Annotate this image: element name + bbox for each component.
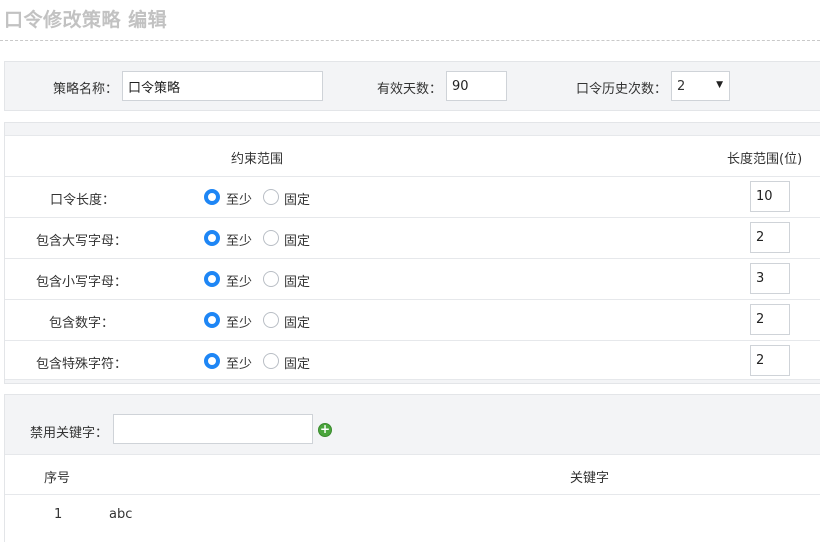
password-history-label: 口令历史次数： bbox=[576, 82, 668, 97]
password-history-value: 2 bbox=[677, 79, 686, 94]
col-constraint-header: 约束范围 bbox=[231, 152, 284, 167]
row-label: 口令长度： bbox=[50, 193, 116, 208]
at-least-label: 至少 bbox=[226, 193, 253, 208]
length-input[interactable] bbox=[750, 222, 790, 253]
fixed-label: 固定 bbox=[284, 275, 311, 290]
row-label: 包含小写字母： bbox=[36, 275, 128, 290]
plus-circle-icon[interactable]: + bbox=[318, 423, 332, 437]
at-least-radio[interactable] bbox=[204, 353, 220, 369]
fixed-radio[interactable] bbox=[263, 353, 279, 369]
title-divider bbox=[0, 40, 820, 41]
col-index-header: 序号 bbox=[44, 471, 71, 486]
at-least-label: 至少 bbox=[226, 357, 253, 372]
fixed-label: 固定 bbox=[284, 357, 311, 372]
table-row: 1 abc bbox=[5, 494, 820, 534]
valid-days-label: 有效天数： bbox=[377, 82, 443, 97]
valid-days-input[interactable] bbox=[446, 71, 507, 101]
at-least-radio[interactable] bbox=[204, 230, 220, 246]
table-row: 口令长度： 至少 固定 bbox=[5, 176, 820, 216]
keyword-value: abc bbox=[109, 507, 133, 522]
table-row: 包含数字： 至少 固定 bbox=[5, 299, 820, 339]
row-label: 包含特殊字符： bbox=[36, 357, 128, 372]
at-least-radio[interactable] bbox=[204, 189, 220, 205]
fixed-radio[interactable] bbox=[263, 230, 279, 246]
col-length-header: 长度范围(位) bbox=[727, 152, 803, 167]
at-least-label: 至少 bbox=[226, 275, 253, 290]
length-input[interactable] bbox=[750, 181, 790, 212]
fixed-radio[interactable] bbox=[263, 271, 279, 287]
col-keyword-header: 关键字 bbox=[570, 471, 610, 486]
fixed-label: 固定 bbox=[284, 193, 311, 208]
table-header: 序号 关键字 bbox=[5, 454, 820, 494]
table-row: 包含大写字母： 至少 固定 bbox=[5, 217, 820, 257]
policy-name-label: 策略名称： bbox=[53, 82, 119, 97]
fixed-label: 固定 bbox=[284, 316, 311, 331]
forbidden-keyword-label: 禁用关键字： bbox=[30, 426, 109, 441]
at-least-radio[interactable] bbox=[204, 312, 220, 328]
keywords-table: 序号 关键字 1 abc bbox=[5, 454, 820, 542]
constraints-table: 约束范围 长度范围(位) 口令长度： 至少 固定 包含大写字母： 至少 固定 包… bbox=[5, 135, 820, 380]
length-input[interactable] bbox=[750, 263, 790, 294]
length-input[interactable] bbox=[750, 345, 790, 376]
table-row: 包含特殊字符： 至少 固定 bbox=[5, 340, 820, 380]
forbidden-keyword-input[interactable] bbox=[113, 414, 313, 444]
chevron-down-icon: ▼ bbox=[716, 80, 723, 90]
row-label: 包含数字： bbox=[49, 316, 115, 331]
row-label: 包含大写字母： bbox=[36, 234, 128, 249]
keyword-index: 1 bbox=[54, 507, 63, 522]
fixed-label: 固定 bbox=[284, 234, 311, 249]
at-least-label: 至少 bbox=[226, 316, 253, 331]
policy-name-input[interactable] bbox=[122, 71, 323, 101]
page-title: 口令修改策略 编辑 bbox=[4, 9, 168, 31]
table-header: 约束范围 长度范围(位) bbox=[5, 135, 820, 175]
at-least-radio[interactable] bbox=[204, 271, 220, 287]
length-input[interactable] bbox=[750, 304, 790, 335]
password-history-select[interactable]: 2 ▼ bbox=[671, 71, 730, 101]
fixed-radio[interactable] bbox=[263, 312, 279, 328]
at-least-label: 至少 bbox=[226, 234, 253, 249]
table-row: 包含小写字母： 至少 固定 bbox=[5, 258, 820, 298]
fixed-radio[interactable] bbox=[263, 189, 279, 205]
